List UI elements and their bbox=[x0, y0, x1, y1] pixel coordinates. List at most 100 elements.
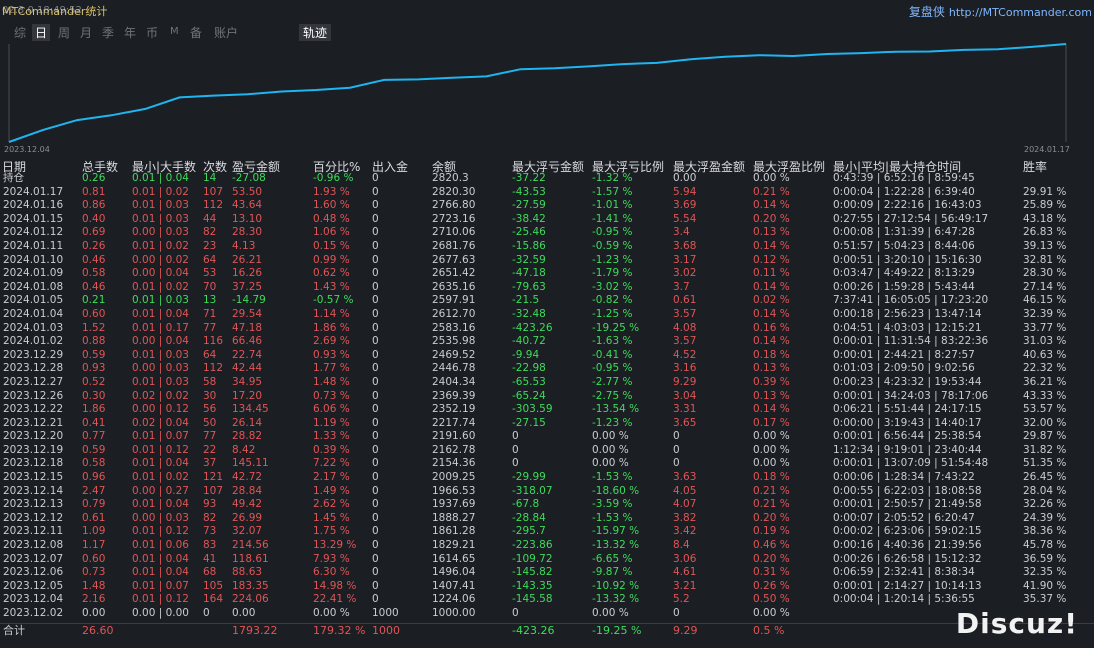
cell-percent: 1.19 % bbox=[313, 416, 350, 429]
table-row[interactable]: 2023.12.27 0.52 0.01 | 0.03 58 34.95 1.48 % 0 2… bbox=[0, 376, 1094, 390]
cell-min-max-lots: 0.01 | 0.03 bbox=[132, 294, 189, 307]
cell-percent: 1.14 % bbox=[313, 307, 350, 320]
cell-hold-time: 0:00:23 | 4:23:32 | 19:53:44 bbox=[833, 375, 982, 388]
cell-percent: 2.69 % bbox=[313, 335, 350, 348]
table-row[interactable]: 2023.12.14 2.47 0.00 | 0.27 107 28.84 1.49 % 0… bbox=[0, 485, 1094, 499]
tab-m[interactable]: M bbox=[170, 26, 179, 37]
cell-hold-time: 0:00:16 | 4:40:36 | 21:39:56 bbox=[833, 539, 982, 552]
cell-hold-time: 0:06:59 | 2:32:41 | 8:38:34 bbox=[833, 566, 975, 579]
table-row[interactable]: 2024.01.17 0.81 0.01 | 0.02 107 53.50 1.93 % 0… bbox=[0, 186, 1094, 200]
cell-trade-count: 70 bbox=[203, 280, 217, 293]
cell-total-lots: 0.58 bbox=[82, 457, 106, 470]
cell-percent: 1.49 % bbox=[313, 484, 350, 497]
cell-percent: 13.29 % bbox=[313, 539, 357, 552]
cell-max-floating-gain: 3.65 bbox=[673, 416, 697, 429]
tab-note[interactable]: 备 bbox=[190, 24, 202, 41]
table-row[interactable]: 2024.01.09 0.58 0.00 | 0.04 53 16.26 0.62 % 0 2… bbox=[0, 267, 1094, 281]
table-row[interactable]: 2024.01.03 1.52 0.01 | 0.17 77 47.18 1.86 % 0 2… bbox=[0, 322, 1094, 336]
cell-balance: 2597.91 bbox=[432, 294, 476, 307]
table-row[interactable]: 2024.01.08 0.46 0.01 | 0.02 70 37.25 1.43 % 0 2… bbox=[0, 281, 1094, 295]
table-row[interactable]: 2023.12.21 0.41 0.02 | 0.04 50 26.14 1.19 % 0 2… bbox=[0, 417, 1094, 431]
open-position-row[interactable]: 持仓 0.26 0.01 | 0.04 14 -27.08 -0.96 % 0 2820.3 -… bbox=[0, 172, 1094, 186]
cell-balance: 2612.70 bbox=[432, 307, 476, 320]
cell-total-lots: 0.46 bbox=[82, 280, 106, 293]
cell-profit-loss: 0.00 bbox=[232, 607, 256, 619]
table-row[interactable]: 2023.12.05 1.48 0.01 | 0.07 105 183.35 14.98 … bbox=[0, 580, 1094, 594]
cell-date: 2023.12.11 bbox=[3, 525, 64, 538]
cell-deposit-withdraw: 0 bbox=[372, 253, 379, 266]
cell-max-floating-loss-pct: 0.00 % bbox=[592, 443, 629, 456]
table-row[interactable]: 2023.12.12 0.61 0.00 | 0.03 82 26.99 1.45 % 0 1… bbox=[0, 512, 1094, 526]
cell-profit-loss: 22.74 bbox=[232, 348, 263, 361]
tab-account[interactable]: 账户 bbox=[214, 24, 238, 41]
tab-track[interactable]: 轨迹 bbox=[299, 24, 332, 41]
table-row[interactable]: 2023.12.11 1.09 0.01 | 0.12 73 32.07 1.75 % 0 1… bbox=[0, 525, 1094, 539]
table-row[interactable]: 2023.12.07 0.60 0.01 | 0.04 41 118.61 7.93 % 0… bbox=[0, 553, 1094, 567]
table-row[interactable]: 2024.01.15 0.40 0.01 | 0.03 44 13.10 0.48 % 0 2… bbox=[0, 213, 1094, 227]
cell-profit-loss: 29.54 bbox=[232, 307, 263, 320]
table-row[interactable]: 2024.01.12 0.69 0.00 | 0.03 82 28.30 1.06 % 0 2… bbox=[0, 226, 1094, 240]
table-row[interactable]: 2023.12.26 0.30 0.02 | 0.02 30 17.20 0.73 % 0 2… bbox=[0, 390, 1094, 404]
cell-win-rate: 32.26 % bbox=[1023, 498, 1067, 511]
brand-url[interactable]: http://MTCommander.com bbox=[949, 6, 1092, 19]
table-row[interactable]: 2023.12.04 2.16 0.01 | 0.12 164 224.06 22.41 … bbox=[0, 593, 1094, 607]
cell-balance: 2446.78 bbox=[432, 362, 476, 375]
tab-currency[interactable]: 币 bbox=[146, 24, 158, 41]
table-row[interactable]: 2023.12.13 0.79 0.01 | 0.04 93 49.42 2.62 % 0 1… bbox=[0, 498, 1094, 512]
cell-max-floating-gain-pct: 0.16 % bbox=[753, 321, 790, 334]
tab-year[interactable]: 年 bbox=[124, 24, 136, 41]
tab-summary[interactable]: 综 bbox=[14, 24, 26, 41]
cell-balance: 2651.42 bbox=[432, 267, 476, 280]
table-row[interactable]: 2023.12.15 0.96 0.01 | 0.02 121 42.72 2.17 % 0… bbox=[0, 471, 1094, 485]
cell-max-floating-gain-pct: 0.13 % bbox=[753, 362, 790, 375]
cell-trade-count: 13 bbox=[203, 294, 217, 307]
cell-total-lots: 0.81 bbox=[82, 185, 106, 198]
cell-hold-time: 0:27:55 | 27:12:54 | 56:49:17 bbox=[833, 212, 989, 225]
cell-min-max-lots: 0.01 | 0.17 bbox=[132, 321, 189, 334]
brand-name[interactable]: 复盘侠 bbox=[909, 5, 945, 19]
cell-max-floating-gain-pct: 0.19 % bbox=[753, 525, 790, 538]
cell-max-floating-loss: -145.82 bbox=[512, 566, 553, 579]
cell-percent: 1.06 % bbox=[313, 226, 350, 239]
table-row[interactable]: 2024.01.16 0.86 0.01 | 0.03 112 43.64 1.60 % 0… bbox=[0, 199, 1094, 213]
cell-win-rate: 39.13 % bbox=[1023, 239, 1067, 252]
table-row[interactable]: 2023.12.06 0.73 0.01 | 0.04 68 88.63 6.30 % 0 1… bbox=[0, 566, 1094, 580]
cell-max-floating-loss: -15.86 bbox=[512, 239, 546, 252]
table-row[interactable]: 2023.12.29 0.59 0.01 | 0.03 64 22.74 0.93 % 0 2… bbox=[0, 349, 1094, 363]
table-row[interactable]: 2023.12.18 0.58 0.01 | 0.04 37 145.11 7.22 % 0… bbox=[0, 457, 1094, 471]
cell-total-lots: 0.93 bbox=[82, 362, 106, 375]
table-row[interactable]: 2024.01.05 0.21 0.01 | 0.03 13 -14.79 -0.57 %… bbox=[0, 294, 1094, 308]
cell-date: 2023.12.15 bbox=[3, 471, 64, 484]
cell-trade-count: 44 bbox=[203, 212, 217, 225]
table-row[interactable]: 2023.12.28 0.93 0.00 | 0.03 112 42.44 1.77 % 0… bbox=[0, 362, 1094, 376]
cell-max-floating-gain: 0 bbox=[673, 443, 680, 456]
cell-deposit-withdraw: 0 bbox=[372, 403, 379, 416]
table-row[interactable]: 2023.12.02 0.00 0.00 | 0.00 0 0.00 0.00 % 1000… bbox=[0, 607, 1094, 621]
tab-day[interactable]: 日 bbox=[32, 24, 51, 41]
table-row[interactable]: 2023.12.22 1.86 0.00 | 0.12 56 134.45 6.06 % 0… bbox=[0, 403, 1094, 417]
cell-deposit-withdraw: 0 bbox=[372, 430, 379, 443]
tab-quarter[interactable]: 季 bbox=[102, 24, 114, 41]
cell-win-rate: 29.91 % bbox=[1023, 185, 1067, 198]
brand[interactable]: 复盘侠 http://MTCommander.com bbox=[909, 3, 1092, 20]
cell-trade-count: 68 bbox=[203, 566, 217, 579]
cell-min-max-lots: 0.01 | 0.04 bbox=[132, 307, 189, 320]
cell-max-floating-gain-pct: 0.31 % bbox=[753, 566, 790, 579]
cell-max-floating-loss: 0 bbox=[512, 457, 519, 470]
table-row[interactable]: 2023.12.08 1.17 0.01 | 0.06 83 214.56 13.29 %… bbox=[0, 539, 1094, 553]
table-row[interactable]: 2024.01.11 0.26 0.01 | 0.02 23 4.13 0.15 % 0 26… bbox=[0, 240, 1094, 254]
cell-deposit-withdraw: 0 bbox=[372, 471, 379, 484]
tab-month[interactable]: 月 bbox=[80, 24, 92, 41]
table-row[interactable]: 2023.12.19 0.59 0.01 | 0.12 22 8.42 0.39 % 0 21… bbox=[0, 444, 1094, 458]
cell-max-floating-loss: -27.15 bbox=[512, 416, 546, 429]
table-row[interactable]: 2024.01.02 0.88 0.00 | 0.04 116 66.46 2.69 % 0… bbox=[0, 335, 1094, 349]
cell-percent: 0.39 % bbox=[313, 443, 350, 456]
table-row[interactable]: 2024.01.10 0.46 0.00 | 0.02 64 26.21 0.99 % 0 2… bbox=[0, 254, 1094, 268]
table-row[interactable]: 2023.12.20 0.77 0.01 | 0.07 77 28.82 1.33 % 0 2… bbox=[0, 430, 1094, 444]
total-row[interactable]: 合计 26.60 1793.22 179.32 % 1000 -423.26 -19.25 … bbox=[0, 622, 1094, 637]
table-row[interactable]: 2024.01.04 0.60 0.01 | 0.04 71 29.54 1.14 % 0 2… bbox=[0, 308, 1094, 322]
cell-max-floating-loss-pct: -1.23 % bbox=[592, 416, 633, 429]
cell-balance: 2352.19 bbox=[432, 403, 476, 416]
tab-week[interactable]: 周 bbox=[58, 24, 70, 41]
cell-total-lots: 0.88 bbox=[82, 335, 106, 348]
